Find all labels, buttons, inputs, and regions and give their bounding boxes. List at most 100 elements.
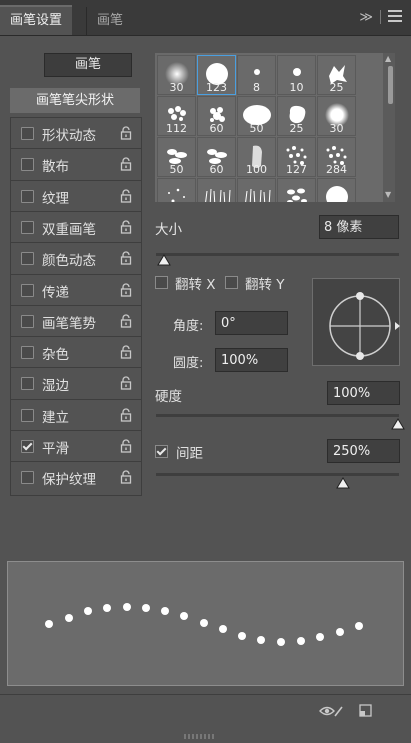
option-checkbox[interactable]	[21, 471, 34, 485]
size-slider-thumb[interactable]	[157, 254, 171, 266]
brush-size-label: 50	[169, 163, 184, 176]
resize-grip[interactable]	[184, 728, 224, 739]
brush-preset[interactable]: 10	[277, 55, 316, 95]
brush-preset[interactable]: 112	[157, 96, 196, 136]
brush-preset[interactable]: 80	[157, 178, 196, 202]
brush-preset[interactable]: 30	[157, 55, 196, 95]
option-label: 双重画笔	[42, 221, 96, 238]
lock-icon[interactable]	[120, 126, 132, 140]
lock-icon[interactable]	[120, 157, 132, 171]
brush-size-label: 112	[166, 122, 187, 135]
brush-preset[interactable]: 60	[197, 137, 236, 177]
brushes-button[interactable]: 画笔	[44, 53, 132, 77]
option-checkbox[interactable]	[21, 346, 34, 360]
spacing-checkbox[interactable]	[155, 445, 168, 458]
option-label: 散布	[42, 159, 69, 176]
spacing-slider-thumb[interactable]	[336, 477, 350, 489]
option-row[interactable]: 纹理	[11, 179, 141, 211]
brush-preset[interactable]: 100	[237, 137, 276, 177]
option-checkbox[interactable]	[21, 440, 34, 453]
brush-tip-icon	[284, 185, 310, 202]
option-checkbox[interactable]	[21, 220, 34, 234]
brush-tip-icon	[164, 185, 190, 202]
roundness-field[interactable]: 100%	[215, 348, 288, 372]
option-checkbox[interactable]	[21, 189, 34, 203]
brush-preset[interactable]: 175	[237, 178, 276, 202]
spacing-field[interactable]: 250%	[327, 439, 400, 463]
angle-field[interactable]: 0°	[215, 311, 288, 335]
lock-icon[interactable]	[120, 220, 132, 234]
brush-preset[interactable]: 127	[277, 137, 316, 177]
option-row[interactable]: 画笔笔势	[11, 304, 141, 336]
tab-brush-settings[interactable]: 画笔设置	[0, 5, 73, 35]
lock-icon[interactable]	[120, 282, 132, 297]
option-row[interactable]: 形状动态	[11, 117, 141, 148]
lock-icon[interactable]	[120, 345, 132, 359]
flip-y-checkbox[interactable]	[225, 276, 238, 289]
brush-tip-icon	[202, 185, 232, 202]
brush-size-label: 10	[289, 81, 304, 94]
hardness-slider-thumb[interactable]	[391, 418, 405, 430]
flip-x-checkbox[interactable]	[155, 276, 168, 289]
option-row[interactable]: 传递	[11, 273, 141, 305]
scroll-up-icon[interactable]: ▲	[385, 54, 391, 63]
brush-stroke-preview	[7, 561, 404, 686]
brush-preset[interactable]: 25	[277, 96, 316, 136]
size-field[interactable]: 8 像素	[319, 215, 399, 239]
brush-size-label: 284	[326, 163, 347, 176]
brush-preset[interactable]: 50	[157, 137, 196, 177]
brush-preset[interactable]: 123	[197, 55, 236, 95]
option-checkbox[interactable]	[21, 283, 34, 297]
brush-preset[interactable]: 284	[317, 137, 356, 177]
brush-tip-shape-item[interactable]: 画笔笔尖形状	[10, 88, 140, 113]
option-row[interactable]: 杂色	[11, 336, 141, 367]
lock-icon[interactable]	[120, 470, 132, 484]
brush-preset[interactable]: 8	[237, 55, 276, 95]
angle-label: 角度:	[173, 319, 204, 334]
lock-icon[interactable]	[120, 376, 132, 391]
brush-grid-scroll-thumb[interactable]	[388, 66, 393, 104]
hardness-field[interactable]: 100%	[327, 381, 400, 405]
option-checkbox[interactable]	[21, 127, 34, 140]
brush-size-label: 25	[329, 81, 344, 94]
option-checkbox[interactable]	[21, 314, 34, 328]
option-checkbox[interactable]	[21, 252, 34, 266]
brush-preset[interactable]: 174	[197, 178, 236, 202]
spacing-slider-track[interactable]	[156, 473, 399, 476]
new-preset-icon[interactable]	[358, 703, 374, 719]
option-checkbox[interactable]	[21, 408, 34, 422]
brush-preset[interactable]: 30	[317, 96, 356, 136]
brush-preset[interactable]: 60	[197, 96, 236, 136]
brush-preset[interactable]: 50	[317, 178, 356, 202]
option-row[interactable]: 保护纹理	[11, 461, 141, 492]
hamburger-menu-icon[interactable]	[388, 10, 402, 25]
angle-roundness-widget[interactable]	[312, 278, 400, 366]
brush-size-label: 25	[289, 122, 304, 135]
option-label: 颜色动态	[42, 253, 96, 270]
option-row[interactable]: 建立	[11, 398, 141, 430]
lock-icon[interactable]	[120, 314, 132, 328]
brush-preset[interactable]: 25	[317, 55, 356, 95]
option-row[interactable]: 颜色动态	[11, 242, 141, 273]
option-checkbox[interactable]	[21, 377, 34, 391]
option-label: 保护纹理	[42, 472, 96, 489]
option-row[interactable]: 平滑	[11, 430, 141, 461]
angle-dial-icon	[329, 292, 400, 360]
lock-icon[interactable]	[120, 408, 132, 422]
hardness-slider-track[interactable]	[156, 414, 399, 417]
eye-brush-icon[interactable]	[318, 703, 344, 719]
tab-brushes[interactable]: 画笔	[86, 7, 133, 35]
lock-icon[interactable]	[120, 439, 132, 453]
brush-preset[interactable]: 306	[277, 178, 316, 202]
option-checkbox[interactable]	[21, 158, 34, 172]
size-slider-track[interactable]	[156, 253, 399, 256]
lock-icon[interactable]	[120, 189, 132, 203]
lock-icon[interactable]	[120, 251, 132, 265]
brush-preset[interactable]: 50	[237, 96, 276, 136]
flip-x-label: 翻转 X	[175, 277, 216, 293]
option-row[interactable]: 散布	[11, 148, 141, 179]
double-chevron-right-icon[interactable]: ≫	[359, 10, 373, 25]
option-row[interactable]: 双重画笔	[11, 210, 141, 242]
scroll-down-icon[interactable]: ▼	[385, 190, 391, 199]
option-row[interactable]: 湿边	[11, 367, 141, 398]
